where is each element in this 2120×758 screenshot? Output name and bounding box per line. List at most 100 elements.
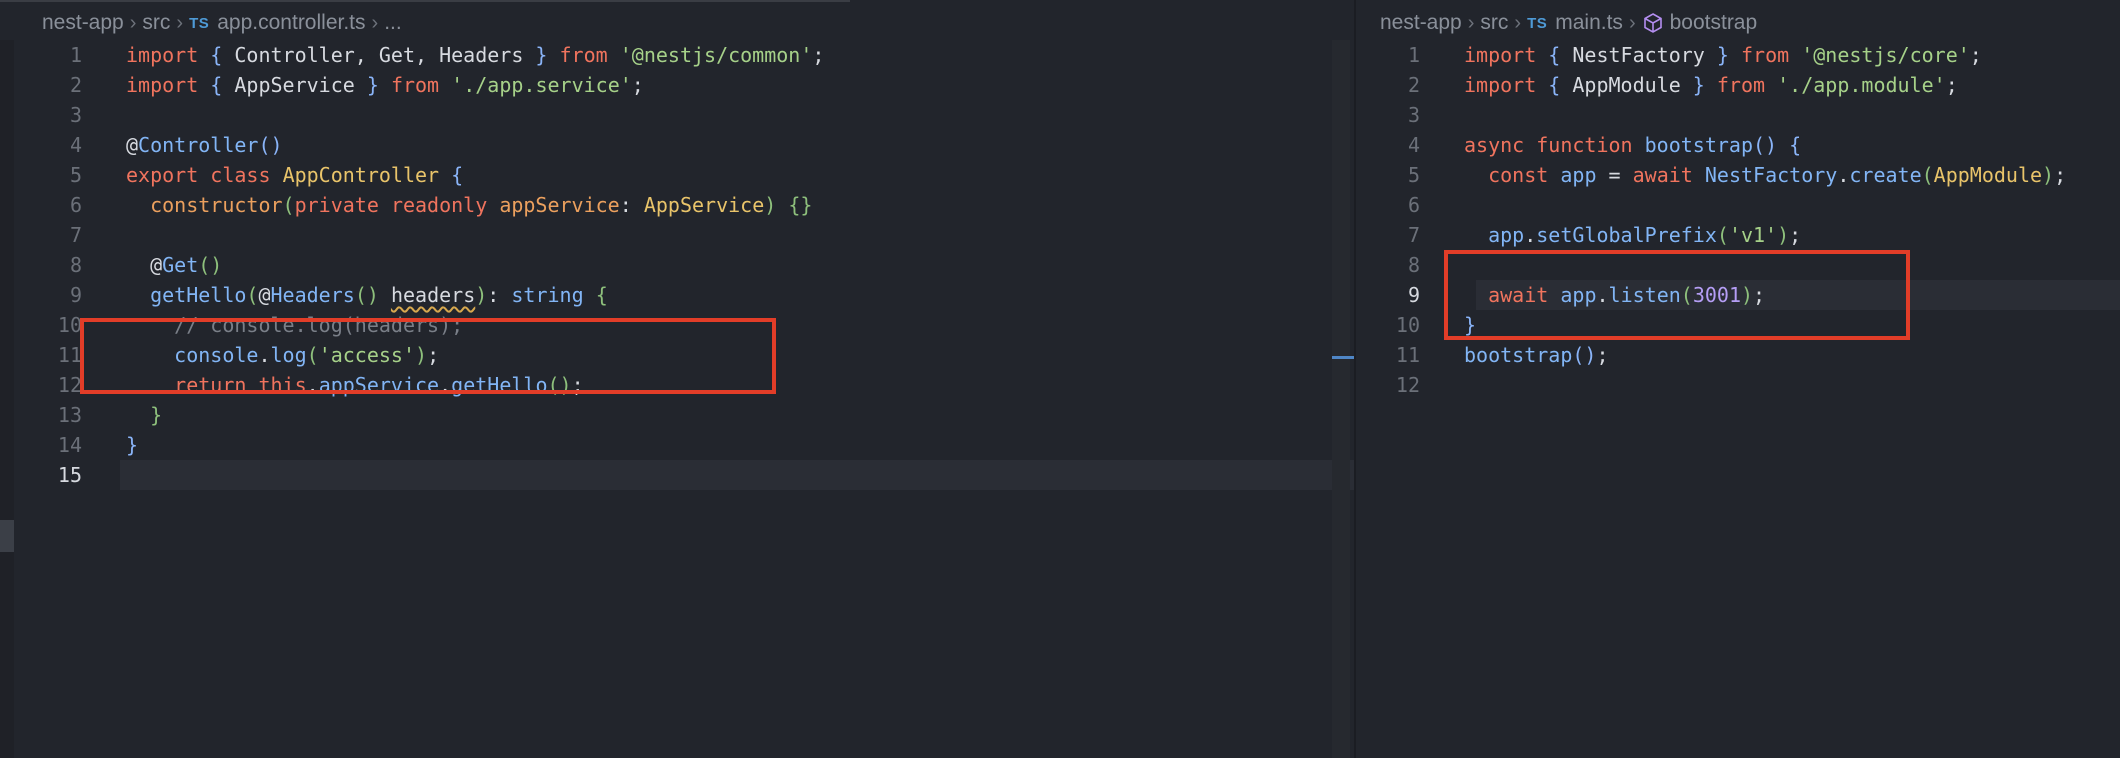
code-token: )	[2042, 163, 2055, 187]
code-token: .	[1837, 163, 1850, 187]
code-token: getHello	[150, 283, 247, 307]
breadcrumb-more[interactable]: ...	[384, 11, 402, 35]
scroll-cursor-marker	[1332, 356, 1354, 359]
code-line[interactable]: 1 import { NestFactory } from '@nestjs/co…	[1356, 40, 2120, 70]
tab-strip-edge	[0, 0, 850, 2]
code-token: ;	[1789, 223, 1802, 247]
code-text: constructor(private readonly appService:…	[126, 190, 812, 220]
line-number: 11	[1395, 343, 1420, 367]
code-line[interactable]: 6 constructor(private readonly appServic…	[0, 190, 1354, 220]
code-line[interactable]: 3	[1356, 100, 2120, 130]
code-line[interactable]: 14}	[0, 430, 1354, 460]
breadcrumb-symbol[interactable]: bootstrap	[1670, 11, 1758, 35]
code-line[interactable]: 5 export class AppController {	[0, 160, 1354, 190]
breadcrumb-folder[interactable]: src	[1480, 11, 1508, 35]
code-line[interactable]: 11 bootstrap();	[1356, 340, 2120, 370]
code-token: }	[535, 43, 548, 67]
code-token: const	[1488, 163, 1549, 187]
code-token: '@nestjs/core'	[1801, 43, 1970, 67]
breadcrumb-file[interactable]: app.controller.ts	[217, 11, 365, 35]
line-number: 3	[1407, 103, 1420, 127]
right-editor-pane[interactable]: nest-app › src › TS main.ts › bootstrap …	[1356, 0, 2120, 758]
breadcrumb-file[interactable]: main.ts	[1555, 11, 1623, 35]
code-line[interactable]: 7 app.setGlobalPrefix('v1');	[1356, 220, 2120, 250]
code-text: import { AppModule } from './app.module'…	[1464, 70, 1958, 100]
code-line[interactable]: 5 const app = await NestFactory.create(A…	[1356, 160, 2120, 190]
highlight-box-listen	[1444, 250, 1910, 340]
code-token: ;	[631, 73, 644, 97]
line-number: 8	[1407, 253, 1420, 277]
code-line[interactable]: 8 @Get()	[0, 250, 1354, 280]
code-token: AppService	[643, 193, 765, 217]
line-number: 10	[1395, 313, 1420, 337]
code-token: '@nestjs/common'	[619, 43, 813, 67]
line-number: 9	[1407, 283, 1420, 307]
line-number: 1	[1407, 43, 1420, 67]
line-number: 1	[69, 43, 82, 67]
code-text: @Controller()	[126, 130, 283, 160]
code-line[interactable]: 15	[0, 460, 1354, 490]
code-text: getHello(@Headers() headers): string {	[126, 280, 608, 310]
breadcrumb-folder[interactable]: src	[142, 11, 170, 35]
code-token: @	[126, 133, 139, 157]
code-line[interactable]: 12	[1356, 370, 2120, 400]
vertical-scrollbar[interactable]	[1332, 40, 1354, 758]
code-text: app.setGlobalPrefix('v1');	[1464, 220, 1801, 250]
code-line[interactable]: 13 }	[0, 400, 1354, 430]
code-token: import	[1464, 43, 1537, 67]
code-token: @	[150, 253, 163, 277]
code-line[interactable]: 9 getHello(@Headers() headers): string {	[0, 280, 1354, 310]
code-token: Headers	[270, 283, 355, 307]
code-line[interactable]: 3	[0, 100, 1354, 130]
line-number: 7	[1407, 223, 1420, 247]
breadcrumb: nest-app › src › TS app.controller.ts › …	[42, 10, 402, 36]
code-line[interactable]: 6	[1356, 190, 2120, 220]
code-token: NestFactory	[1704, 163, 1838, 187]
code-line[interactable]: 4 async function bootstrap() {	[1356, 130, 2120, 160]
code-token: setGlobalPrefix	[1536, 223, 1717, 247]
code-line[interactable]: 2 import { AppService } from './app.servi…	[0, 70, 1354, 100]
line-number: 15	[57, 463, 82, 487]
code-token: Controller	[138, 133, 259, 157]
line-number: 13	[57, 403, 82, 427]
code-token: (	[1921, 163, 1934, 187]
code-line[interactable]: 7	[0, 220, 1354, 250]
code-token: import	[126, 73, 199, 97]
code-token: create	[1849, 163, 1922, 187]
code-editor[interactable]: 1 import { NestFactory } from '@nestjs/co…	[1356, 40, 2120, 758]
line-number: 12	[1395, 373, 1420, 397]
left-editor-pane[interactable]: nest-app › src › TS app.controller.ts › …	[0, 0, 1354, 758]
code-editor[interactable]: 1 import { Controller, Get, Headers } fro…	[0, 40, 1354, 758]
code-token: class	[210, 163, 271, 187]
code-line[interactable]: 2 import { AppModule } from './app.module…	[1356, 70, 2120, 100]
breadcrumb-root[interactable]: nest-app	[42, 11, 124, 35]
code-line[interactable]: 1 import { Controller, Get, Headers } fro…	[0, 40, 1354, 70]
code-token: ;	[1945, 73, 1958, 97]
code-token: }	[366, 73, 379, 97]
code-text: import { AppService } from './app.servic…	[126, 70, 644, 100]
breadcrumb-root[interactable]: nest-app	[1380, 11, 1462, 35]
code-token: import	[1464, 73, 1537, 97]
code-line[interactable]: 4 @Controller()	[0, 130, 1354, 160]
chevron-right-icon: ›	[129, 11, 137, 34]
code-token: ;	[812, 43, 825, 67]
line-number: 11	[57, 343, 82, 367]
code-text: import { Controller, Get, Headers } from…	[126, 40, 824, 70]
code-token: :	[487, 283, 512, 307]
code-token: :	[619, 193, 644, 217]
code-token: AppService	[222, 73, 367, 97]
code-token: string	[511, 283, 584, 307]
code-token: from	[390, 73, 440, 97]
code-token: )	[1777, 223, 1790, 247]
line-number: 2	[1407, 73, 1420, 97]
code-token: (	[282, 193, 295, 217]
